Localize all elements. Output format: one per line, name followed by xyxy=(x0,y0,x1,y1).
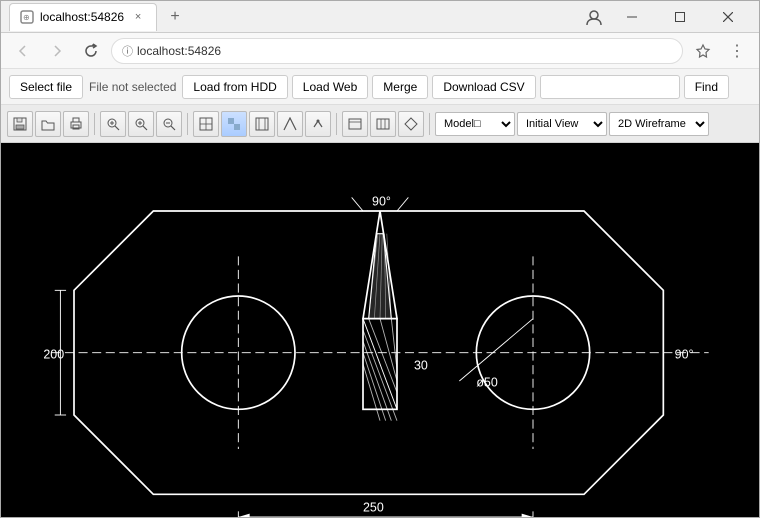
model-select[interactable]: Model□ xyxy=(435,112,515,136)
address-input[interactable]: ⓘ localhost:54826 xyxy=(111,38,683,64)
merge-button[interactable]: Merge xyxy=(372,75,428,99)
load-web-button[interactable]: Load Web xyxy=(292,75,369,99)
reload-button[interactable] xyxy=(77,37,105,65)
view-select[interactable]: Initial View xyxy=(517,112,607,136)
forward-button[interactable] xyxy=(43,37,71,65)
close-button[interactable] xyxy=(705,1,751,33)
cad-print-button[interactable] xyxy=(63,111,89,137)
title-bar: ⊕ localhost:54826 × + xyxy=(1,1,759,33)
cad-drawing: 90° 30 ø50 200 90° 250 xyxy=(1,143,759,517)
tab-favicon: ⊕ xyxy=(20,10,34,24)
svg-text:90°: 90° xyxy=(675,347,694,361)
tab-title: localhost:54826 xyxy=(40,10,124,24)
secure-icon: ⓘ xyxy=(122,43,133,59)
browser-tab[interactable]: ⊕ localhost:54826 × xyxy=(9,3,157,31)
svg-text:200: 200 xyxy=(43,347,64,361)
minimize-button[interactable] xyxy=(609,1,655,33)
cad-view-btn2[interactable] xyxy=(221,111,247,137)
svg-text:90°: 90° xyxy=(372,194,391,208)
download-csv-button[interactable]: Download CSV xyxy=(432,75,535,99)
window-controls xyxy=(609,1,751,33)
find-button[interactable]: Find xyxy=(684,75,729,99)
cad-view-btn1[interactable] xyxy=(193,111,219,137)
cad-open-button[interactable] xyxy=(35,111,61,137)
cad-zoom-window-button[interactable] xyxy=(100,111,126,137)
profile-button[interactable] xyxy=(579,2,609,32)
cad-zoom-in-button[interactable] xyxy=(128,111,154,137)
select-file-button[interactable]: Select file xyxy=(9,75,83,99)
cad-view-btn5[interactable] xyxy=(305,111,331,137)
svg-text:250: 250 xyxy=(363,500,384,514)
cad-sep-2 xyxy=(187,113,188,135)
cad-toolbar: Model□ Initial View 2D Wireframe xyxy=(1,105,759,143)
title-bar-left: ⊕ localhost:54826 × + xyxy=(9,3,579,31)
cad-sep-1 xyxy=(94,113,95,135)
maximize-button[interactable] xyxy=(657,1,703,33)
file-status-label: File not selected xyxy=(87,80,178,94)
shading-select[interactable]: 2D Wireframe xyxy=(609,112,709,136)
cad-tool-btn3[interactable] xyxy=(398,111,424,137)
back-button[interactable] xyxy=(9,37,37,65)
bookmark-button[interactable] xyxy=(689,37,717,65)
search-input[interactable] xyxy=(540,75,680,99)
cad-view-btn3[interactable] xyxy=(249,111,275,137)
cad-view-btn4[interactable] xyxy=(277,111,303,137)
new-tab-button[interactable]: + xyxy=(163,5,187,29)
canvas-area[interactable]: 90° 30 ø50 200 90° 250 xyxy=(1,143,759,517)
cad-sep-4 xyxy=(429,113,430,135)
cad-tool-btn1[interactable] xyxy=(342,111,368,137)
load-hdd-button[interactable]: Load from HDD xyxy=(182,75,287,99)
svg-text:⊕: ⊕ xyxy=(23,13,30,22)
window-frame: ⊕ localhost:54826 × + xyxy=(0,0,760,518)
cad-sep-3 xyxy=(336,113,337,135)
cad-tool-btn2[interactable] xyxy=(370,111,396,137)
tab-close-button[interactable]: × xyxy=(130,9,146,25)
browser-menu-button[interactable]: ⋮ xyxy=(723,37,751,65)
main-toolbar: Select file File not selected Load from … xyxy=(1,69,759,105)
cad-save-button[interactable] xyxy=(7,111,33,137)
svg-text:30: 30 xyxy=(414,359,428,373)
svg-text:ø50: ø50 xyxy=(476,376,498,390)
cad-zoom-out-button[interactable] xyxy=(156,111,182,137)
address-bar: ⓘ localhost:54826 ⋮ xyxy=(1,33,759,69)
url-display: localhost:54826 xyxy=(137,44,221,58)
